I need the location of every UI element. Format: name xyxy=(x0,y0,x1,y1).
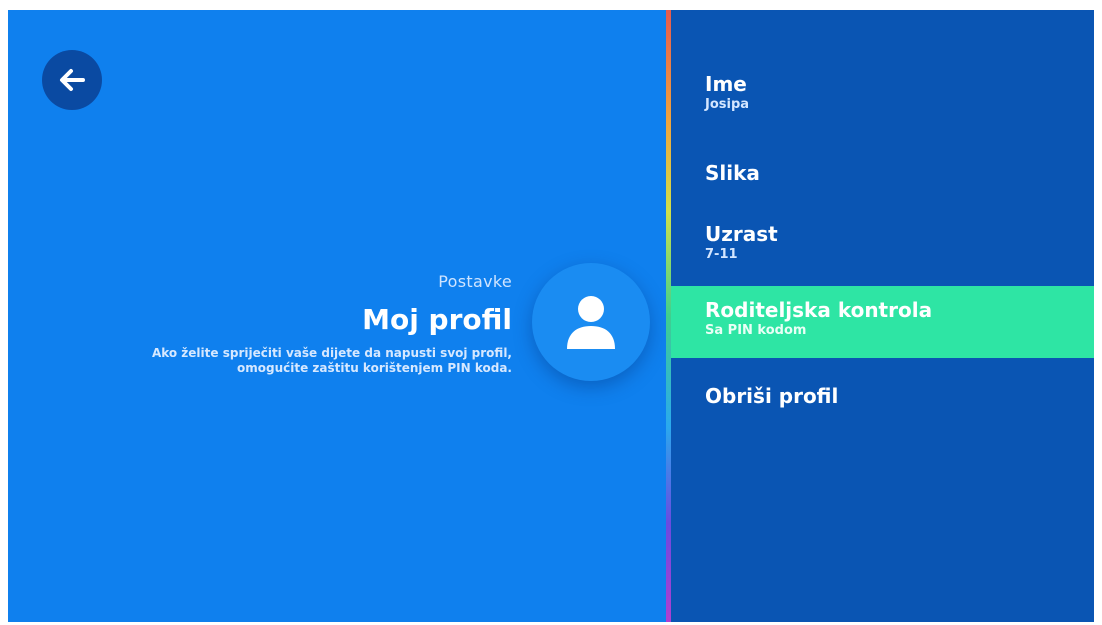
menu-item-value: 7-11 xyxy=(705,247,738,262)
menu-item-label: Obriši profil xyxy=(705,384,839,408)
menu-item-uzrast[interactable]: Uzrast 7-11 xyxy=(671,222,1094,263)
description: Ako želite spriječiti vaše dijete da nap… xyxy=(32,346,512,376)
user-icon xyxy=(567,296,615,349)
settings-menu: Ime Josipa Slika Uzrast 7-11 Roditeljska… xyxy=(671,10,1094,622)
menu-item-value: Josipa xyxy=(705,97,750,112)
menu-item-ime[interactable]: Ime Josipa xyxy=(671,72,1094,113)
breadcrumb: Postavke xyxy=(438,272,512,291)
profile-panel: Postavke Moj profil Ako želite spriječit… xyxy=(8,10,666,622)
page-title: Moj profil xyxy=(362,303,512,336)
menu-item-label: Roditeljska kontrola xyxy=(705,298,933,322)
avatar xyxy=(532,263,650,381)
menu-item-label: Uzrast xyxy=(705,222,778,246)
description-line-2: omogućite zaštitu korištenjem PIN koda. xyxy=(237,360,512,375)
screen: Postavke Moj profil Ako želite spriječit… xyxy=(8,10,1094,622)
menu-item-roditeljska-kontrola[interactable]: Roditeljska kontrola Sa PIN kodom xyxy=(671,286,1094,358)
menu-item-obrisi-profil[interactable]: Obriši profil xyxy=(671,384,1094,408)
back-button[interactable] xyxy=(42,50,102,110)
menu-item-value: Sa PIN kodom xyxy=(705,323,807,338)
description-line-1: Ako želite spriječiti vaše dijete da nap… xyxy=(151,345,512,360)
profile-info: Postavke Moj profil Ako želite spriječit… xyxy=(32,272,512,376)
arrow-left-icon xyxy=(60,69,85,91)
menu-item-label: Slika xyxy=(705,161,760,185)
menu-item-slika[interactable]: Slika xyxy=(671,161,1094,185)
menu-item-label: Ime xyxy=(705,72,747,96)
